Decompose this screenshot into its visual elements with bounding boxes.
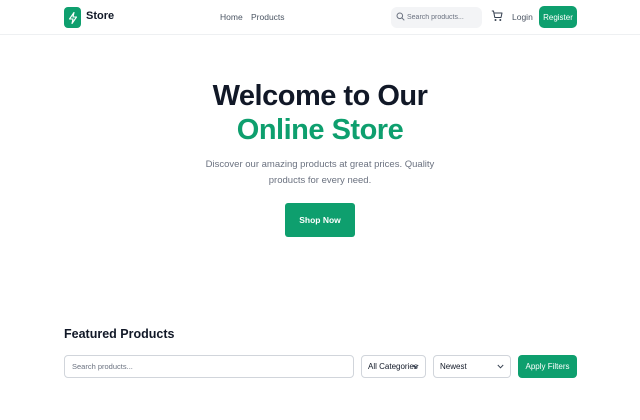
sort-select-value: Newest [440, 362, 467, 371]
chevron-down-icon [497, 364, 504, 369]
login-link[interactable]: Login [512, 12, 533, 22]
nav-products-link[interactable]: Products [251, 12, 285, 22]
register-button[interactable]: Register [539, 6, 577, 28]
hero-title-line1: Welcome to Our [212, 80, 428, 112]
search-icon [396, 12, 405, 21]
lightning-bolt-icon [68, 11, 77, 24]
nav-home-link[interactable]: Home [220, 12, 243, 22]
hero-title-line2: Online Store [236, 114, 404, 146]
top-navbar: Store Home Products Login Register [0, 0, 640, 35]
category-select[interactable]: All Categories [361, 355, 426, 378]
header-search[interactable] [391, 7, 482, 28]
product-search-input[interactable] [64, 355, 354, 378]
shopping-cart-icon[interactable] [491, 10, 503, 22]
brand-name[interactable]: Store [86, 10, 114, 22]
featured-products-title: Featured Products [64, 327, 175, 341]
logo[interactable] [64, 7, 81, 28]
hero-subtitle: Discover our amazing products at great p… [205, 159, 435, 186]
chevron-down-icon [412, 364, 419, 369]
shop-now-button[interactable]: Shop Now [285, 203, 355, 237]
category-select-value: All Categories [368, 362, 418, 371]
apply-filters-button[interactable]: Apply Filters [518, 355, 577, 378]
sort-select[interactable]: Newest [433, 355, 511, 378]
header-search-input[interactable] [407, 11, 479, 24]
